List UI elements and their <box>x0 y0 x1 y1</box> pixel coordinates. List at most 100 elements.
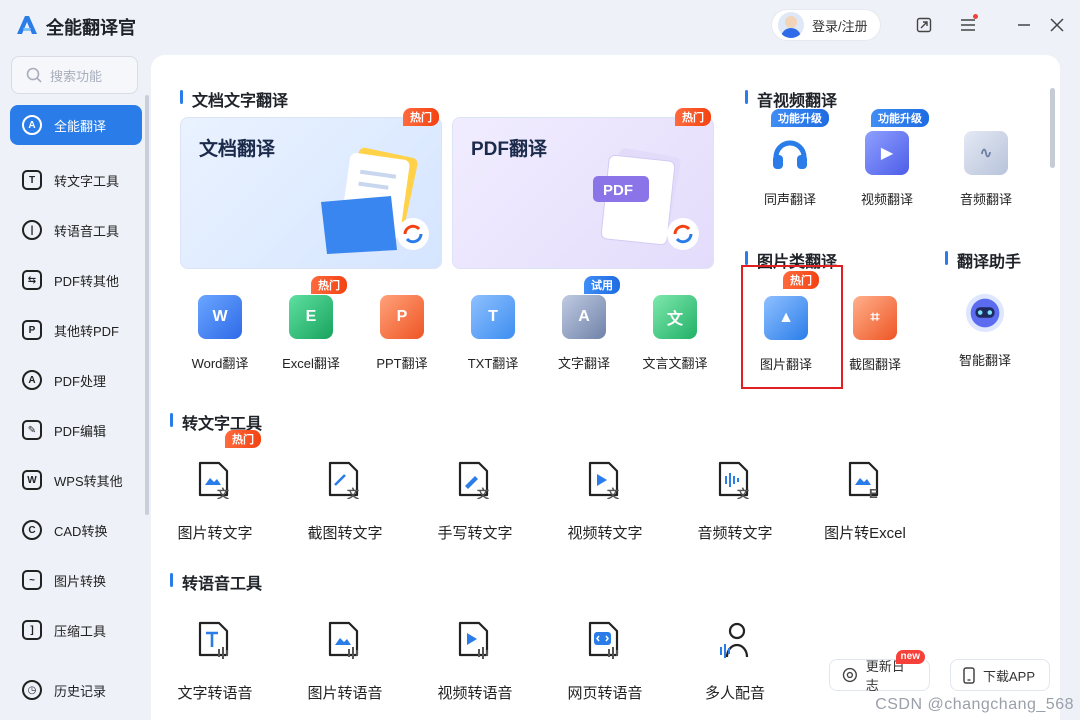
download-app-button[interactable]: 下载APP <box>950 659 1050 691</box>
menu-icon <box>961 19 975 31</box>
multi-voice-dubbing-tool[interactable]: 多人配音 <box>680 621 790 703</box>
history-label: 历史记录 <box>54 683 107 699</box>
sidebar-item-pdf-edit[interactable]: ✎ PDF编辑 <box>10 405 142 455</box>
video-to-text-tool[interactable]: 文 视频转文字 <box>550 461 660 543</box>
image-to-text-icon: 文 <box>198 461 230 501</box>
tool-label: 截图转文字 <box>307 525 383 542</box>
search-input[interactable]: 搜索功能 <box>11 56 138 94</box>
tool-label: TXT翻译 <box>467 356 519 371</box>
tool-label: 图片转语音 <box>307 685 383 702</box>
changelog-button[interactable]: 更新日志 new <box>829 650 930 693</box>
history-icon: ◷ <box>22 680 42 700</box>
word-icon: W <box>198 295 242 339</box>
sidebar-item-to-text[interactable]: T 转文字工具 <box>10 155 142 205</box>
smart-translate-tool[interactable]: 智能翻译 <box>940 291 1030 369</box>
sidebar-scrollbar[interactable] <box>145 95 149 515</box>
svg-text:文: 文 <box>217 486 230 499</box>
tool-label: 视频转文字 <box>567 525 643 542</box>
sidebar-item-label: PDF处理 <box>54 373 107 389</box>
wps-icon: W <box>22 470 42 490</box>
doc-translate-card[interactable]: 文档翻译 <box>180 117 442 269</box>
shrink-window-button[interactable] <box>914 15 934 35</box>
txt-translate-tool[interactable]: T TXT翻译 <box>448 295 538 372</box>
sidebar-item-label: 转文字工具 <box>54 173 120 189</box>
sidebar-item-wps-to-other[interactable]: W WPS转其他 <box>10 455 142 505</box>
svg-text:文: 文 <box>347 486 360 499</box>
image-to-text-tool[interactable]: 文 图片转文字 <box>160 461 270 543</box>
new-badge: new <box>895 650 925 664</box>
tool-label: Word翻译 <box>191 356 249 371</box>
excel-translate-tool[interactable]: E Excel翻译 <box>266 295 356 372</box>
compress-icon: ] <box>22 620 42 640</box>
tool-label: Excel翻译 <box>282 356 340 371</box>
text-to-voice-tool[interactable]: 文字转语音 <box>160 621 270 703</box>
tool-label: 音频翻译 <box>959 192 1012 207</box>
history-button[interactable]: ◷ 历史记录 <box>10 665 142 715</box>
translate-icon: A <box>22 115 42 135</box>
webpage-to-voice-tool[interactable]: 网页转语音 <box>550 621 660 703</box>
sidebar-item-label: 全能翻译 <box>54 118 107 134</box>
card-title: PDF翻译 <box>471 139 548 160</box>
close-button[interactable] <box>1047 15 1067 35</box>
classical-chinese-translate-tool[interactable]: 文 文言文翻译 <box>630 295 720 372</box>
svg-text:PDF: PDF <box>603 182 633 199</box>
tool-label: 视频转语音 <box>437 685 513 702</box>
tool-label: 网页转语音 <box>567 685 643 702</box>
headphones-icon <box>768 131 812 175</box>
minimize-button[interactable] <box>1014 15 1034 35</box>
search-icon <box>26 67 42 83</box>
text-translate-tool[interactable]: A 文字翻译 <box>539 295 629 372</box>
sidebar-item-label: 其他转PDF <box>54 323 120 339</box>
tool-label: PPT翻译 <box>376 356 428 371</box>
txt-icon: T <box>471 295 515 339</box>
tool-label: 截图翻译 <box>848 357 901 372</box>
video-translate-tool[interactable]: ▶ 视频翻译 <box>842 131 932 208</box>
tool-label: 视频翻译 <box>860 192 913 207</box>
menu-button[interactable] <box>958 14 978 35</box>
sidebar-item-to-voice[interactable]: | 转语音工具 <box>10 205 142 255</box>
cad-icon: C <box>22 520 42 540</box>
video-to-voice-tool[interactable]: 视频转语音 <box>420 621 530 703</box>
login-button[interactable]: 登录/注册 <box>772 10 880 40</box>
main-panel: 文档文字翻译 文档翻译 热门 PDF翻译 PDF 热门 W Word翻译 E E… <box>151 55 1060 720</box>
audio-translate-tool[interactable]: ∿ 音频翻译 <box>941 131 1031 208</box>
sidebar-item-other-to-pdf[interactable]: P 其他转PDF <box>10 305 142 355</box>
excel-icon: E <box>289 295 333 339</box>
svg-text:文: 文 <box>737 486 750 499</box>
ppt-translate-tool[interactable]: P PPT翻译 <box>357 295 447 372</box>
image-to-voice-tool[interactable]: 图片转语音 <box>290 621 400 703</box>
image-to-excel-icon: E <box>848 461 879 501</box>
tool-label: 智能翻译 <box>958 353 1011 368</box>
image-icon: ~ <box>22 570 42 590</box>
sidebar-item-compress[interactable]: ] 压缩工具 <box>10 605 142 655</box>
pdf-convert-icon: ⇆ <box>22 270 42 290</box>
audio-to-text-tool[interactable]: 文 音频转文字 <box>680 461 790 543</box>
svg-text:E: E <box>869 486 878 499</box>
screenshot-to-text-tool[interactable]: 文 截图转文字 <box>290 461 400 543</box>
smile-icon <box>842 667 857 683</box>
sidebar-item-cad[interactable]: C CAD转换 <box>10 505 142 555</box>
main-scrollbar[interactable] <box>1050 88 1055 168</box>
audio-to-text-icon: 文 <box>718 461 750 501</box>
sidebar-item-pdf-to-other[interactable]: ⇆ PDF转其他 <box>10 255 142 305</box>
image-to-voice-icon <box>328 621 359 659</box>
handwriting-to-text-tool[interactable]: 文 手写转文字 <box>420 461 530 543</box>
pdf-illustration-icon: PDF <box>593 148 699 250</box>
highlight-box <box>741 265 843 389</box>
sidebar-item-label: WPS转其他 <box>54 473 123 489</box>
minimize-icon <box>1018 24 1030 26</box>
upgrade-badge: 功能升级 <box>771 109 829 127</box>
screenshot-translate-tool[interactable]: ⌗ 截图翻译 <box>830 296 920 373</box>
sidebar-item-image-convert[interactable]: ~ 图片转换 <box>10 555 142 605</box>
video-to-voice-icon <box>458 621 489 659</box>
card-title: 文档翻译 <box>199 139 276 160</box>
word-translate-tool[interactable]: W Word翻译 <box>175 295 265 372</box>
multi-speaker-icon <box>720 622 749 658</box>
sidebar-item-pdf-process[interactable]: A PDF处理 <box>10 355 142 405</box>
sidebar-item-all-translate[interactable]: A 全能翻译 <box>10 105 142 145</box>
pdf-translate-card[interactable]: PDF翻译 PDF <box>452 117 714 269</box>
section-title-doc: 文档文字翻译 <box>180 87 288 111</box>
simultaneous-translate-tool[interactable]: 同声翻译 <box>745 131 835 208</box>
app-title: 全能翻译官 <box>46 18 136 38</box>
image-to-excel-tool[interactable]: E 图片转Excel <box>810 461 920 543</box>
